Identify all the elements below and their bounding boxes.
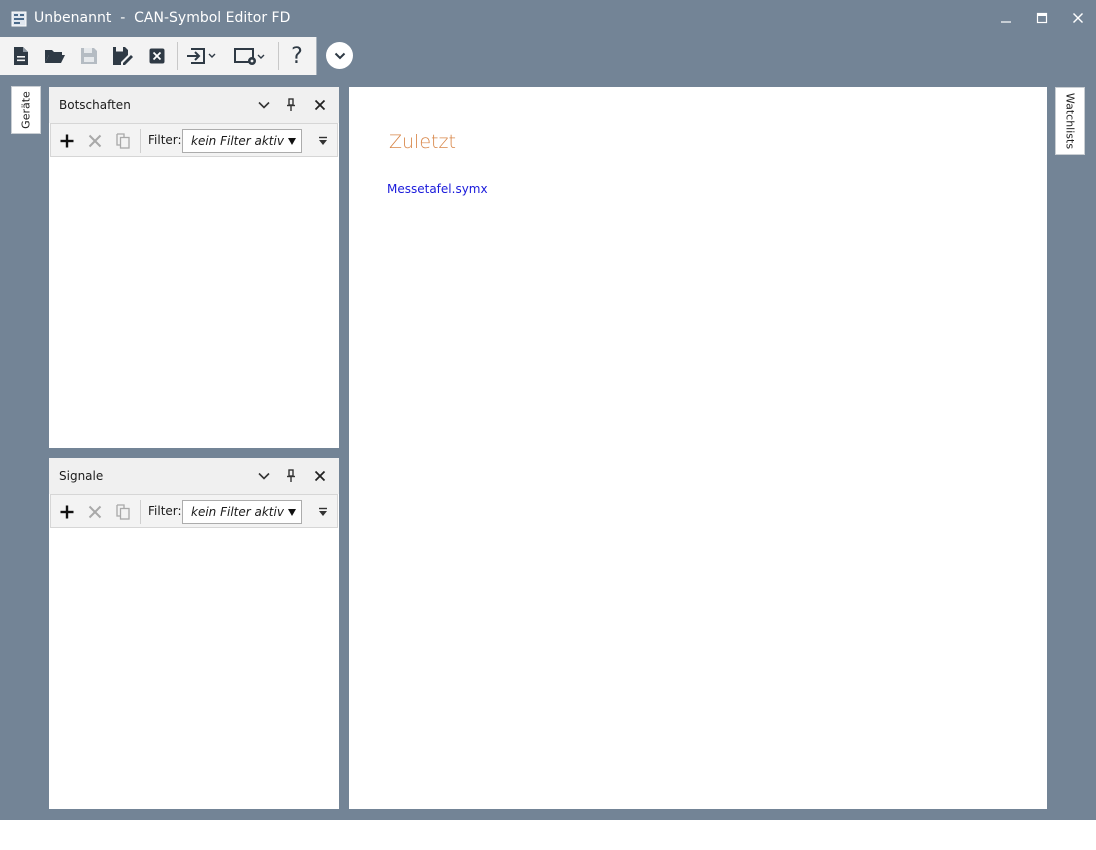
delete-icon bbox=[88, 505, 102, 519]
copy-button[interactable] bbox=[112, 501, 134, 523]
minimize-icon bbox=[1001, 21, 1011, 23]
minimize-button[interactable] bbox=[994, 8, 1018, 28]
side-tab-watchlists[interactable]: Watchlists bbox=[1055, 87, 1085, 155]
toolbar-separator bbox=[177, 42, 178, 70]
open-button[interactable] bbox=[42, 42, 68, 70]
expand-toolbar-button[interactable] bbox=[326, 42, 353, 69]
app-icon bbox=[11, 11, 27, 27]
panel-title: Botschaften bbox=[59, 98, 131, 112]
panel-header: Botschaften bbox=[49, 87, 339, 123]
toolbar-separator bbox=[140, 500, 141, 524]
close-box-icon bbox=[149, 48, 165, 64]
panel-header: Signale bbox=[49, 458, 339, 494]
maximize-icon bbox=[1036, 12, 1048, 24]
panel-pin-button[interactable] bbox=[282, 467, 300, 485]
add-button[interactable] bbox=[56, 501, 78, 523]
toolbar-separator bbox=[278, 42, 279, 70]
delete-icon bbox=[88, 134, 102, 148]
messages-panel: Botschaften Filter: kein Filter aktiv bbox=[49, 87, 339, 448]
panel-options-button[interactable] bbox=[255, 96, 273, 114]
filter-value: kein Filter aktiv bbox=[191, 505, 284, 519]
panel-pin-button[interactable] bbox=[282, 96, 300, 114]
recent-heading: Zuletzt bbox=[389, 131, 456, 153]
copy-icon bbox=[116, 504, 130, 520]
new-file-button[interactable] bbox=[9, 42, 33, 70]
delete-button[interactable] bbox=[84, 501, 106, 523]
window-title: Unbenannt - CAN-Symbol Editor FD bbox=[34, 10, 291, 26]
help-button[interactable]: ? bbox=[285, 42, 309, 70]
chevron-down-icon bbox=[258, 101, 270, 109]
save-icon bbox=[81, 48, 97, 64]
panel-title: Signale bbox=[59, 469, 104, 483]
import-icon bbox=[187, 48, 216, 64]
filter-label: Filter: bbox=[148, 504, 182, 518]
filter-dropdown[interactable]: kein Filter aktiv bbox=[182, 129, 302, 153]
panel-close-button[interactable] bbox=[311, 467, 329, 485]
start-page: Zuletzt Messetafel.symx bbox=[349, 87, 1047, 809]
maximize-button[interactable] bbox=[1030, 8, 1054, 28]
filter-menu-button[interactable] bbox=[314, 132, 332, 150]
filter-menu-button[interactable] bbox=[314, 503, 332, 521]
save-as-icon bbox=[113, 47, 133, 65]
toolbar-separator bbox=[140, 129, 141, 153]
copy-icon bbox=[116, 133, 130, 149]
save-as-button[interactable] bbox=[110, 42, 136, 70]
side-tab-label: Geräte bbox=[19, 91, 33, 129]
device-gear-icon bbox=[234, 48, 265, 65]
close-icon bbox=[1073, 13, 1083, 23]
pin-icon bbox=[287, 98, 295, 111]
dropdown-arrow-icon bbox=[288, 138, 296, 145]
recent-file-link[interactable]: Messetafel.symx bbox=[387, 182, 488, 196]
application-window: Unbenannt - CAN-Symbol Editor FD ? Gerät… bbox=[0, 0, 1096, 820]
plus-icon bbox=[60, 505, 74, 519]
copy-button[interactable] bbox=[112, 130, 134, 152]
side-tab-label: Watchlists bbox=[1063, 92, 1077, 150]
filter-dropdown[interactable]: kein Filter aktiv bbox=[182, 500, 302, 524]
folder-open-icon bbox=[45, 50, 65, 63]
side-tab-geraete[interactable]: Geräte bbox=[11, 86, 41, 134]
chevron-down-icon bbox=[258, 472, 270, 480]
panel-close-button[interactable] bbox=[311, 96, 329, 114]
close-document-button[interactable] bbox=[145, 42, 169, 70]
main-toolbar: ? bbox=[0, 37, 317, 75]
panel-options-button[interactable] bbox=[255, 467, 273, 485]
close-icon bbox=[314, 99, 326, 111]
save-button[interactable] bbox=[77, 42, 101, 70]
close-window-button[interactable] bbox=[1066, 8, 1090, 28]
overflow-arrow-icon bbox=[319, 507, 327, 516]
dropdown-arrow-icon bbox=[288, 509, 296, 516]
import-button[interactable] bbox=[185, 42, 219, 70]
add-button[interactable] bbox=[56, 130, 78, 152]
filter-value: kein Filter aktiv bbox=[191, 134, 284, 148]
chevron-down-icon bbox=[334, 52, 345, 59]
close-icon bbox=[314, 470, 326, 482]
signals-panel: Signale Filter: kein Filter aktiv bbox=[49, 458, 339, 809]
panel-toolbar: Filter: kein Filter aktiv bbox=[50, 494, 338, 528]
pin-icon bbox=[287, 469, 295, 482]
messages-list[interactable] bbox=[49, 157, 339, 448]
plus-icon bbox=[60, 134, 74, 148]
delete-button[interactable] bbox=[84, 130, 106, 152]
file-icon bbox=[14, 47, 28, 65]
panel-toolbar: Filter: kein Filter aktiv bbox=[50, 123, 338, 157]
overflow-arrow-icon bbox=[319, 136, 327, 145]
filter-label: Filter: bbox=[148, 133, 182, 147]
device-settings-button[interactable] bbox=[233, 42, 269, 70]
signals-list[interactable] bbox=[49, 528, 339, 809]
title-bar[interactable]: Unbenannt - CAN-Symbol Editor FD bbox=[0, 0, 1096, 36]
